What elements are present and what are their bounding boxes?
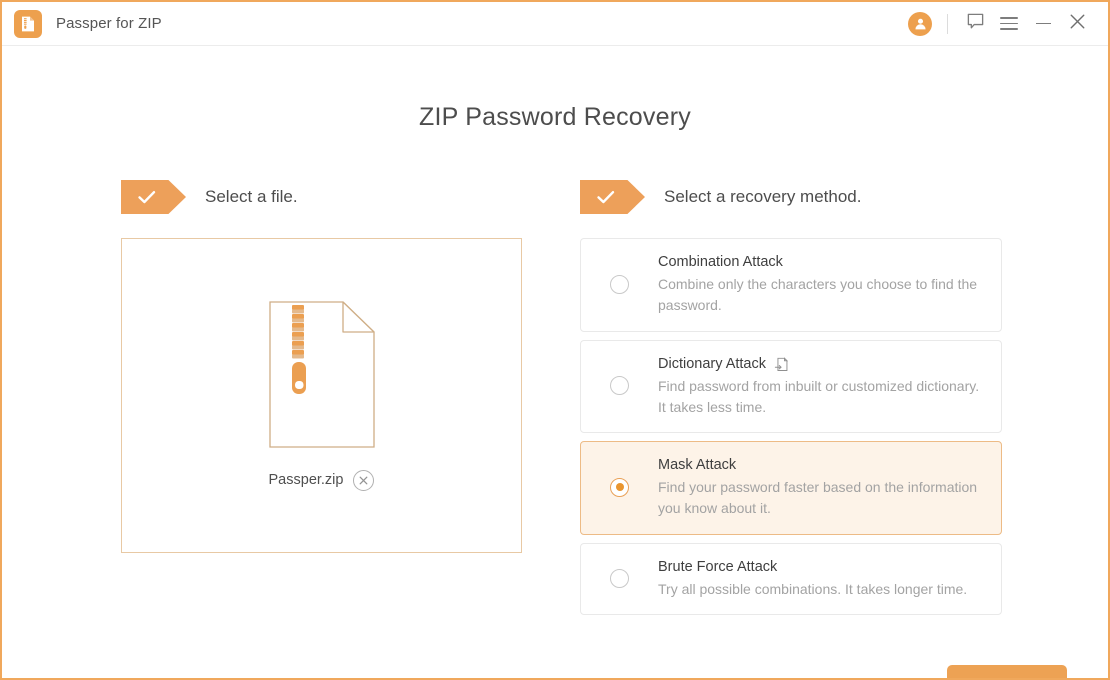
method-option-dictionary-attack[interactable]: Dictionary Attack Find password from inb… [580,339,1002,434]
method-title: Mask Attack [658,455,985,476]
method-column: Select a recovery method. Combination At… [580,180,1002,615]
app-logo-icon [14,9,42,38]
method-option-combination-attack[interactable]: Combination Attack Combine only the char… [580,238,1002,332]
remove-file-button[interactable] [353,469,375,491]
zip-file-icon [268,300,375,448]
feedback-button[interactable] [958,7,992,41]
method-description: Find password from inbuilt or customized… [658,377,980,415]
close-icon [1069,13,1086,35]
step-method-badge [580,180,645,214]
method-title-text: Combination Attack [658,254,783,270]
method-body: Mask Attack Find your password faster ba… [658,455,985,520]
method-body: Dictionary Attack Find password from inb… [658,354,985,419]
page-title: ZIP Password Recovery [419,103,691,131]
radio-cell [581,568,658,588]
step-method-label: Select a recovery method. [664,187,862,206]
step-select-file-header: Select a file. [121,180,522,214]
radio-cell [581,477,658,497]
minimize-button[interactable] [1026,7,1060,41]
method-title-text: Dictionary Attack [658,355,766,372]
method-title-text: Brute Force Attack [658,558,778,575]
check-icon [138,191,156,204]
app-window: Passper for ZIP ZIP Password Recovery Se… [0,0,1110,680]
recovery-method-list: Combination Attack Combine only the char… [580,238,1002,615]
title-bar: Passper for ZIP [2,2,1108,46]
radio-dot [615,483,624,492]
radio-cell [581,274,658,294]
menu-button[interactable] [992,7,1026,41]
method-body: Brute Force Attack Try all possible comb… [658,557,985,600]
step-file-badge [121,180,186,214]
method-title: Dictionary Attack [658,354,985,375]
titlebar-divider [947,13,948,34]
file-column: Select a file. Passper.zip [121,180,522,615]
steps-container: Select a file. Passper.zip Select a reco… [2,180,1108,615]
method-title: Brute Force Attack [658,557,985,578]
account-avatar-icon [908,11,932,36]
check-icon [597,191,615,204]
app-title: Passper for ZIP [56,15,162,32]
method-title: Combination Attack [658,252,985,273]
next-button[interactable]: Next [947,665,1067,678]
minimize-icon [1035,22,1051,25]
radio-mask-attack[interactable] [610,477,629,497]
method-option-mask-attack[interactable]: Mask Attack Find your password faster ba… [580,441,1002,535]
account-button[interactable] [903,7,937,41]
step-select-method-header: Select a recovery method. [580,180,1002,214]
remove-circle-icon [360,476,368,484]
close-button[interactable] [1060,7,1094,41]
step-file-label: Select a file. [205,187,298,206]
radio-cell [581,376,658,396]
method-description: Find your password faster based on the i… [658,479,978,517]
method-description: Try all possible combinations. It takes … [658,580,968,597]
radio-combination-attack[interactable] [610,274,629,294]
file-dropzone[interactable]: Passper.zip [121,238,522,553]
footer: Next [947,665,1067,678]
feedback-bubble-icon [966,12,985,36]
method-option-brute-force-attack[interactable]: Brute Force Attack Try all possible comb… [580,542,1002,615]
method-body: Combination Attack Combine only the char… [658,252,985,317]
method-title-text: Mask Attack [658,457,737,474]
radio-brute-force-attack[interactable] [610,568,629,588]
file-name-label: Passper.zip [268,472,344,488]
radio-dictionary-attack[interactable] [610,376,629,396]
method-description: Combine only the characters you choose t… [658,276,978,314]
selected-file-row: Passper.zip [268,469,375,491]
hamburger-menu-icon [1000,17,1018,30]
import-dictionary-icon[interactable] [774,356,789,372]
page-content: ZIP Password Recovery Select a file. Pas… [2,103,1108,678]
